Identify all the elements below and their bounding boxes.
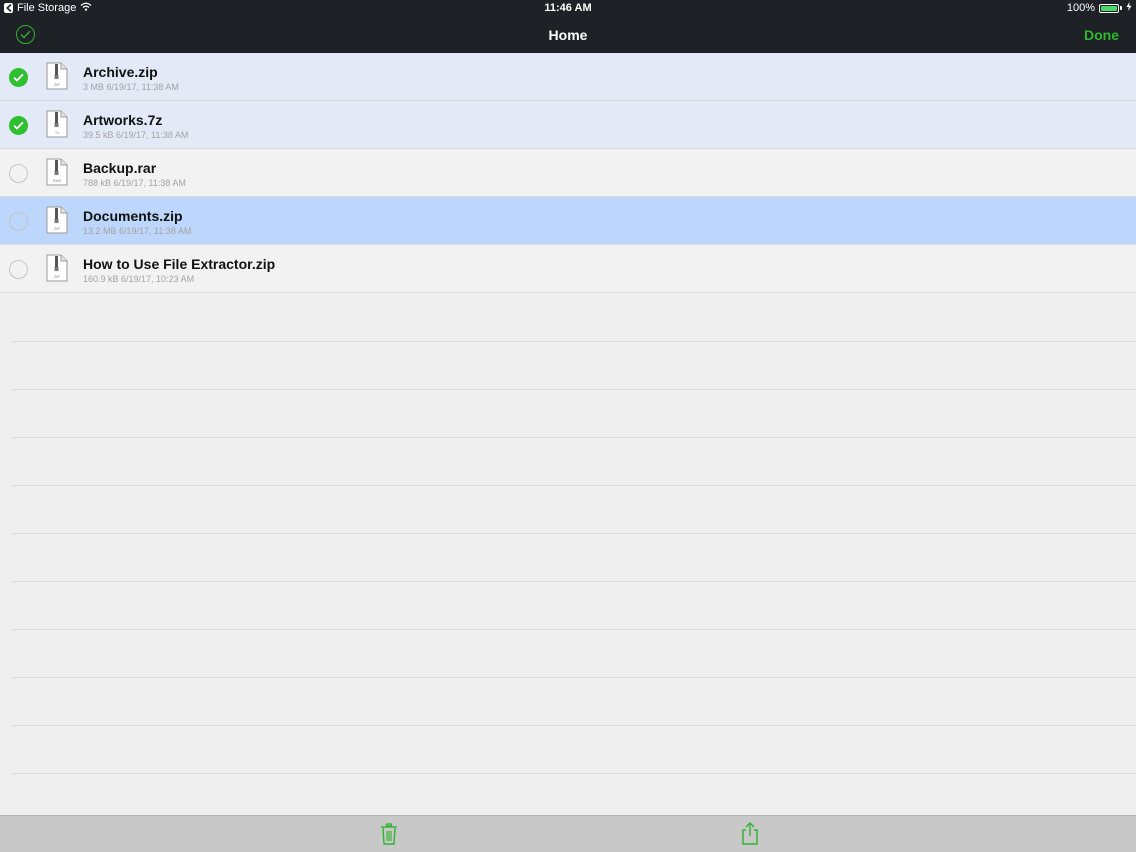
unselected-circle-icon[interactable] xyxy=(9,260,28,279)
battery-status: 100% xyxy=(1067,2,1132,14)
selected-check-icon[interactable] xyxy=(9,68,28,87)
file-name: How to Use File Extractor.zip xyxy=(83,256,276,272)
battery-percent: 100% xyxy=(1066,2,1095,14)
svg-text:ZIP: ZIP xyxy=(54,82,61,87)
7z-file-icon: 7z xyxy=(46,110,68,138)
svg-text:RAR: RAR xyxy=(53,178,62,183)
status-time: 11:46 AM xyxy=(544,2,592,14)
file-meta: 13.2 MB 6/19/17, 11:38 AM xyxy=(83,226,192,236)
unselected-circle-icon[interactable] xyxy=(9,164,28,183)
unselected-circle-icon[interactable] xyxy=(9,212,28,231)
svg-text:ZIP: ZIP xyxy=(54,226,61,231)
rar-file-icon: RAR xyxy=(46,158,68,186)
file-list: ZIP Archive.zip 3 MB 6/19/17, 11:38 AM 7… xyxy=(0,53,1136,293)
charging-icon xyxy=(1126,2,1132,14)
battery-icon xyxy=(1099,3,1119,13)
file-meta: 3 MB 6/19/17, 11:38 AM xyxy=(83,82,179,92)
file-meta: 39.5 kB 6/19/17, 11:38 AM xyxy=(83,130,189,140)
file-meta: 788 kB 6/19/17, 11:38 AM xyxy=(83,178,186,188)
status-bar: File Storage 11:46 AM 100% xyxy=(0,0,1136,18)
file-row[interactable]: ZIP Documents.zip 13.2 MB 6/19/17, 11:38… xyxy=(0,197,1136,245)
navigation-bar: Home Done xyxy=(0,18,1136,53)
svg-text:7z: 7z xyxy=(55,130,59,135)
file-name: Archive.zip xyxy=(83,64,158,80)
share-icon[interactable] xyxy=(739,822,761,846)
file-name: Artworks.7z xyxy=(83,112,163,128)
zip-file-icon: ZIP xyxy=(46,206,68,234)
zip-file-icon: ZIP xyxy=(46,254,68,282)
file-row[interactable]: ZIP Archive.zip 3 MB 6/19/17, 11:38 AM xyxy=(0,53,1136,101)
file-name: Documents.zip xyxy=(83,208,183,224)
bottom-toolbar xyxy=(0,815,1136,852)
page-title: Home xyxy=(548,27,588,43)
file-row[interactable]: 7z Artworks.7z 39.5 kB 6/19/17, 11:38 AM xyxy=(0,101,1136,149)
file-row[interactable]: ZIP How to Use File Extractor.zip 160.9 … xyxy=(0,245,1136,293)
zip-file-icon: ZIP xyxy=(46,62,68,90)
done-button[interactable]: Done xyxy=(1084,27,1119,43)
file-name: Backup.rar xyxy=(83,160,157,176)
trash-icon[interactable] xyxy=(378,822,400,846)
svg-text:ZIP: ZIP xyxy=(54,274,61,279)
empty-list-area xyxy=(12,294,1136,815)
selected-check-icon[interactable] xyxy=(9,116,28,135)
file-row[interactable]: RAR Backup.rar 788 kB 6/19/17, 11:38 AM xyxy=(0,149,1136,197)
file-meta: 160.9 kB 6/19/17, 10:23 AM xyxy=(83,274,195,284)
